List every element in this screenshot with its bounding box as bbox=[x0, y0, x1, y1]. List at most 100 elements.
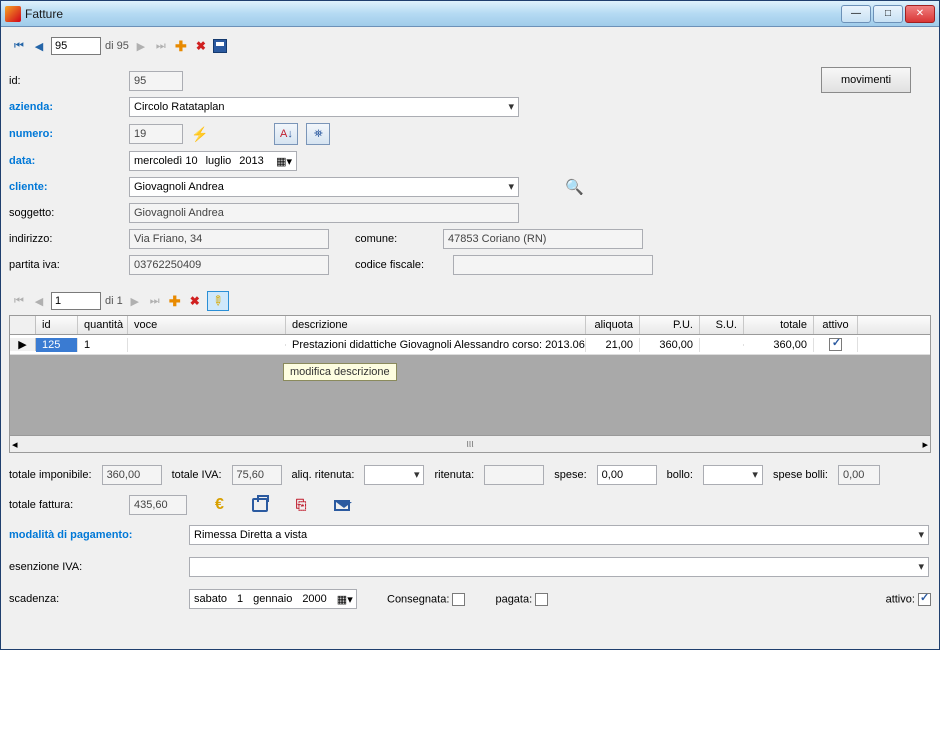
totale-fattura-field: 435,60 bbox=[129, 495, 187, 515]
aliq-ritenuta-select[interactable] bbox=[364, 465, 424, 485]
ritenuta-field bbox=[484, 465, 544, 485]
nav-save-icon[interactable] bbox=[213, 39, 227, 53]
numero-field: 19 bbox=[129, 124, 183, 144]
cell-id[interactable]: 125 bbox=[36, 338, 78, 352]
pagata-checkbox[interactable] bbox=[535, 593, 548, 606]
pagata-label: pagata: bbox=[495, 593, 532, 605]
modalita-pagamento-label: modalità di pagamento: bbox=[9, 529, 189, 541]
col-aliquota[interactable]: aliquota bbox=[586, 316, 640, 334]
renumber-button[interactable]: A↓ bbox=[274, 123, 298, 145]
col-descrizione[interactable]: descrizione bbox=[286, 316, 586, 334]
lines-of-label: di 1 bbox=[105, 295, 123, 307]
cell-quantita[interactable]: 1 bbox=[78, 338, 128, 352]
row-indicator-icon: ▶ bbox=[10, 338, 36, 351]
ritenuta-label: ritenuta: bbox=[434, 469, 474, 481]
minimize-button[interactable]: — bbox=[841, 5, 871, 23]
nav-delete-icon[interactable]: ✖ bbox=[193, 38, 209, 54]
attivo-label: attivo: bbox=[886, 593, 915, 605]
movimenti-button[interactable]: movimenti bbox=[821, 67, 911, 93]
lines-position-input[interactable] bbox=[51, 292, 101, 310]
printer-icon[interactable] bbox=[252, 498, 268, 512]
cell-voce[interactable] bbox=[128, 344, 286, 346]
consegnata-label: Consegnata: bbox=[387, 593, 449, 605]
modalita-pagamento-select[interactable]: Rimessa Diretta a vista bbox=[189, 525, 929, 545]
cell-attivo-checkbox[interactable] bbox=[829, 338, 842, 351]
app-icon bbox=[5, 6, 21, 22]
consegnata-checkbox[interactable] bbox=[452, 593, 465, 606]
calendar-dropdown-icon[interactable]: ▦▾ bbox=[337, 593, 353, 606]
azienda-label: azienda: bbox=[9, 101, 129, 113]
codice-fiscale-field bbox=[453, 255, 653, 275]
comune-field: 47853 Coriano (RN) bbox=[443, 229, 643, 249]
tooltip: modifica descrizione bbox=[283, 363, 397, 381]
mail-icon[interactable] bbox=[334, 500, 350, 511]
soggetto-field: Giovagnoli Andrea bbox=[129, 203, 519, 223]
esenzione-iva-select[interactable] bbox=[189, 557, 929, 577]
azienda-value: Circolo Ratataplan bbox=[134, 101, 225, 113]
totale-fattura-label: totale fattura: bbox=[9, 499, 101, 511]
bollo-label: bollo: bbox=[667, 469, 693, 481]
col-attivo[interactable]: attivo bbox=[814, 316, 858, 334]
totale-iva-label: totale IVA: bbox=[172, 469, 222, 481]
scadenza-picker[interactable]: sabato 1 gennaio 2000 ▦▾ bbox=[189, 589, 357, 609]
lines-add-icon[interactable]: ✚ bbox=[167, 293, 183, 309]
cliente-select[interactable]: Giovagnoli Andrea bbox=[129, 177, 519, 197]
grid-hscroll[interactable]: ◂ιιι▸ bbox=[10, 435, 930, 452]
indirizzo-field: Via Friano, 34 bbox=[129, 229, 329, 249]
col-quantita[interactable]: quantità bbox=[78, 316, 128, 334]
nav-position-input[interactable] bbox=[51, 37, 101, 55]
lines-prev-icon[interactable]: ◀ bbox=[31, 293, 47, 309]
cell-pu[interactable]: 360,00 bbox=[640, 338, 700, 352]
scadenza-label: scadenza: bbox=[9, 593, 189, 605]
nav-of-label: di 95 bbox=[105, 40, 129, 52]
totale-imponibile-field: 360,00 bbox=[102, 465, 162, 485]
lightning-icon[interactable]: ⚡ bbox=[191, 126, 208, 143]
cell-attivo[interactable] bbox=[814, 337, 858, 352]
totale-iva-field: 75,60 bbox=[232, 465, 282, 485]
numero-label: numero: bbox=[9, 128, 129, 140]
search-client-icon[interactable]: 🔍 bbox=[565, 178, 584, 196]
lines-delete-icon[interactable]: ✖ bbox=[187, 293, 203, 309]
calendar-dropdown-icon[interactable]: ▦▾ bbox=[276, 155, 292, 168]
spese-field[interactable]: 0,00 bbox=[597, 465, 657, 485]
cell-totale[interactable]: 360,00 bbox=[744, 338, 814, 352]
col-id[interactable]: id bbox=[36, 316, 78, 334]
close-button[interactable]: ✕ bbox=[905, 5, 935, 23]
col-voce[interactable]: voce bbox=[128, 316, 286, 334]
spese-bolli-label: spese bolli: bbox=[773, 469, 828, 481]
spese-bolli-field: 0,00 bbox=[838, 465, 880, 485]
nav-next-icon[interactable]: ▶ bbox=[133, 38, 149, 54]
nav-last-icon[interactable]: ⏭ bbox=[153, 38, 169, 54]
nav-prev-icon[interactable]: ◀ bbox=[31, 38, 47, 54]
lines-last-icon[interactable]: ⏭ bbox=[147, 293, 163, 309]
azienda-select[interactable]: Circolo Ratataplan bbox=[129, 97, 519, 117]
pencil-icon: ✎ bbox=[208, 291, 227, 310]
nav-first-icon[interactable]: ⏮ bbox=[11, 38, 27, 54]
attivo-checkbox[interactable] bbox=[918, 593, 931, 606]
window-title: Fatture bbox=[25, 7, 841, 21]
cell-su[interactable] bbox=[700, 344, 744, 346]
grid-row[interactable]: ▶ 125 1 Prestazioni didattiche Giovagnol… bbox=[10, 335, 930, 355]
modalita-pagamento-value: Rimessa Diretta a vista bbox=[194, 529, 307, 541]
edit-description-button[interactable]: ✎ bbox=[207, 291, 229, 311]
col-pu[interactable]: P.U. bbox=[640, 316, 700, 334]
euro-icon[interactable]: € bbox=[215, 496, 224, 514]
maximize-button[interactable]: □ bbox=[873, 5, 903, 23]
data-picker[interactable]: mercoledì 10 luglio 2013 ▦▾ bbox=[129, 151, 297, 171]
cell-descrizione[interactable]: Prestazioni didattiche Giovagnoli Alessa… bbox=[286, 338, 586, 352]
record-navigator-top: ⏮ ◀ di 95 ▶ ⏭ ✚ ✖ bbox=[9, 33, 931, 59]
lines-first-icon[interactable]: ⏮ bbox=[11, 293, 27, 309]
col-su[interactable]: S.U. bbox=[700, 316, 744, 334]
grid-header: id quantità voce descrizione aliquota P.… bbox=[10, 316, 930, 335]
pdf-icon[interactable]: ⎘ bbox=[296, 497, 306, 513]
lines-grid[interactable]: id quantità voce descrizione aliquota P.… bbox=[9, 315, 931, 453]
cliente-value: Giovagnoli Andrea bbox=[134, 181, 224, 193]
nav-add-icon[interactable]: ✚ bbox=[173, 38, 189, 54]
col-totale[interactable]: totale bbox=[744, 316, 814, 334]
bollo-select[interactable] bbox=[703, 465, 763, 485]
esenzione-iva-label: esenzione IVA: bbox=[9, 561, 189, 573]
lines-next-icon[interactable]: ▶ bbox=[127, 293, 143, 309]
cell-aliquota[interactable]: 21,00 bbox=[586, 338, 640, 352]
filter-button[interactable]: ⛯ bbox=[306, 123, 330, 145]
cliente-label: cliente: bbox=[9, 181, 129, 193]
